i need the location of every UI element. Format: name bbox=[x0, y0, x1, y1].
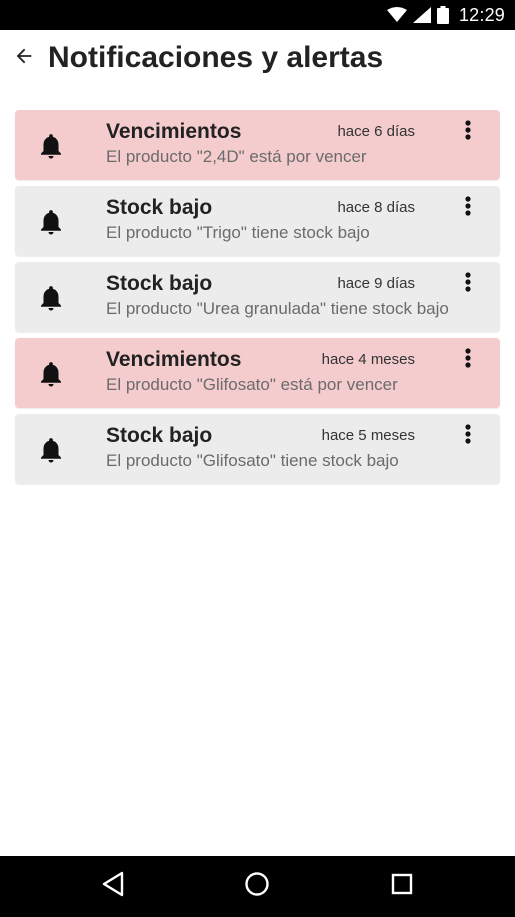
arrow-left-icon bbox=[13, 45, 35, 72]
more-options-button[interactable] bbox=[454, 118, 482, 146]
notification-time: hace 4 meses bbox=[321, 351, 415, 368]
screen: 12:29 Notificaciones y alertas Vencimien… bbox=[0, 0, 515, 917]
more-options-button[interactable] bbox=[454, 346, 482, 374]
notification-card[interactable]: Stock bajo hace 8 días El producto "Trig… bbox=[15, 186, 500, 256]
notification-message: El producto "Glifosato" tiene stock bajo bbox=[106, 451, 399, 470]
more-vert-icon bbox=[465, 423, 471, 449]
nav-home-button[interactable] bbox=[227, 856, 287, 917]
bell-icon bbox=[36, 358, 66, 390]
battery-icon bbox=[436, 6, 449, 24]
more-vert-icon bbox=[465, 195, 471, 221]
notification-title: Vencimientos bbox=[106, 348, 242, 371]
more-vert-icon bbox=[465, 271, 471, 297]
bell-icon bbox=[36, 282, 66, 314]
back-button[interactable] bbox=[0, 30, 48, 86]
status-bar: 12:29 bbox=[0, 0, 515, 30]
more-options-button[interactable] bbox=[454, 270, 482, 298]
bell-icon bbox=[36, 434, 66, 466]
notification-card[interactable]: Vencimientos hace 6 días El producto "2,… bbox=[15, 110, 500, 180]
notification-time: hace 8 días bbox=[337, 199, 415, 216]
notification-title: Stock bajo bbox=[106, 424, 213, 447]
notification-card[interactable]: Vencimientos hace 4 meses El producto "G… bbox=[15, 338, 500, 408]
more-options-button[interactable] bbox=[454, 422, 482, 450]
notification-message: El producto "Glifosato" está por vencer bbox=[106, 375, 398, 394]
notification-title: Stock bajo bbox=[106, 272, 213, 295]
nav-recents-icon bbox=[391, 873, 413, 900]
signal-icon bbox=[412, 7, 431, 23]
app-header: Notificaciones y alertas bbox=[0, 30, 515, 86]
page-title: Notificaciones y alertas bbox=[48, 41, 384, 74]
notification-message: El producto "2,4D" está por vencer bbox=[106, 147, 367, 166]
notification-list: Vencimientos hace 6 días El producto "2,… bbox=[15, 110, 500, 490]
notification-title: Stock bajo bbox=[106, 196, 213, 219]
status-time: 12:29 bbox=[458, 4, 505, 25]
notification-time: hace 9 días bbox=[337, 275, 415, 292]
bell-icon bbox=[36, 130, 66, 162]
notification-time: hace 5 meses bbox=[321, 427, 415, 444]
more-vert-icon bbox=[465, 119, 471, 145]
nav-recents-button[interactable] bbox=[372, 856, 432, 917]
notification-message: El producto "Urea granulada" tiene stock… bbox=[106, 299, 449, 318]
wifi-icon bbox=[386, 7, 407, 23]
more-options-button[interactable] bbox=[454, 194, 482, 222]
notification-title: Vencimientos bbox=[106, 120, 242, 143]
nav-home-icon bbox=[244, 871, 270, 902]
nav-back-button[interactable] bbox=[83, 856, 143, 917]
navigation-bar bbox=[0, 856, 515, 917]
more-vert-icon bbox=[465, 347, 471, 373]
notification-time: hace 6 días bbox=[337, 123, 415, 140]
nav-back-icon bbox=[101, 871, 125, 902]
notification-card[interactable]: Stock bajo hace 9 días El producto "Urea… bbox=[15, 262, 500, 332]
status-icons: 12:29 bbox=[386, 0, 505, 30]
notification-card[interactable]: Stock bajo hace 5 meses El producto "Gli… bbox=[15, 414, 500, 484]
notification-message: El producto "Trigo" tiene stock bajo bbox=[106, 223, 370, 242]
bell-icon bbox=[36, 206, 66, 238]
